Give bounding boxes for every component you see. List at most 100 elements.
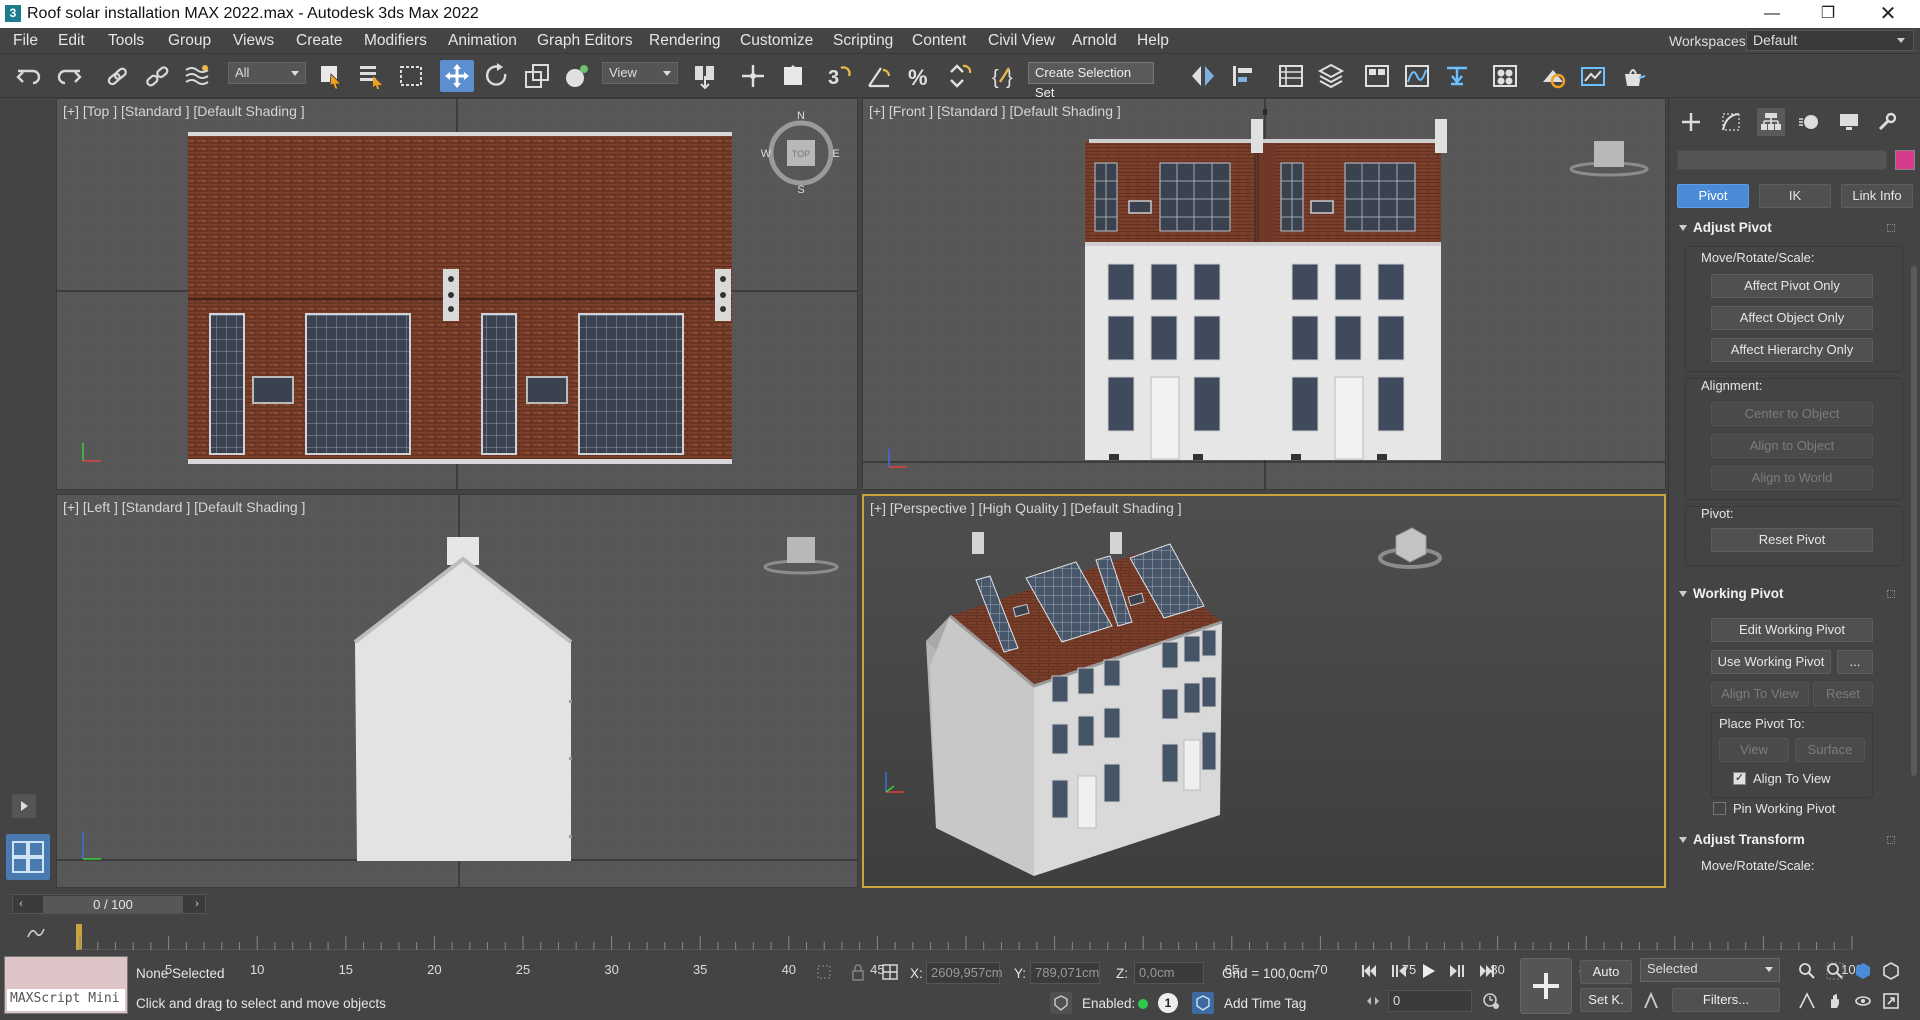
time-tag-icon[interactable] [1192,992,1214,1014]
keyboard-shortcut-override-icon[interactable] [776,60,810,92]
material-editor-icon[interactable] [1488,60,1522,92]
previous-key-icon[interactable] [1388,960,1410,982]
tab-ik[interactable]: IK [1759,184,1831,208]
viewport-perspective-label[interactable]: [+] [Perspective ] [High Quality ] [Defa… [870,500,1182,516]
zoom-all-icon[interactable] [1824,960,1846,982]
utilities-tab-icon[interactable] [1873,108,1901,136]
next-key-icon[interactable] [1446,960,1468,982]
pivot-center-icon[interactable] [688,60,722,92]
minimize-icon[interactable]: — [1744,0,1800,28]
menu-modifiers[interactable]: Modifiers [364,32,427,50]
align-to-object-button[interactable]: Align to Object [1711,434,1873,458]
select-object-icon[interactable] [314,60,348,92]
hierarchy-tab-icon[interactable] [1757,108,1785,136]
bind-space-warp-icon[interactable] [180,60,214,92]
schematic-view-icon[interactable] [1440,60,1474,92]
curve-editor-mini-icon[interactable] [24,922,48,944]
pan-view-icon[interactable] [1824,990,1846,1012]
maxscript-input[interactable]: MAXScript Mini [7,989,125,1011]
undo-icon[interactable] [12,60,46,92]
key-mode-icon[interactable] [1366,990,1380,1012]
viewport-perspective[interactable]: [+] [Perspective ] [High Quality ] [Defa… [862,494,1666,888]
viewport-front-label[interactable]: [+] [Front ] [Standard ] [Default Shadin… [869,103,1121,119]
layer-explorer-icon[interactable] [1314,60,1348,92]
menu-help[interactable]: Help [1137,32,1169,50]
viewport-top-label[interactable]: [+] [Top ] [Standard ] [Default Shading … [63,103,305,119]
y-coordinate-field[interactable]: 789,071cm [1030,962,1100,984]
spinner-snap-icon[interactable] [942,60,976,92]
select-by-name-icon[interactable] [354,60,388,92]
rectangular-selection-icon[interactable] [394,60,428,92]
play-icon[interactable] [1418,960,1440,982]
align-icon[interactable] [1226,60,1260,92]
current-frame-field[interactable]: 0 [1388,990,1472,1012]
reset-working-pivot-button[interactable]: Reset [1813,682,1873,706]
key-filters-icon[interactable] [1640,990,1662,1012]
time-slider[interactable]: ‹ 0 / 100 › [12,894,206,914]
time-slider-label[interactable]: 0 / 100 [43,896,183,913]
object-color-swatch[interactable] [1895,150,1915,170]
create-tab-icon[interactable] [1677,108,1705,136]
reset-pivot-button[interactable]: Reset Pivot [1711,528,1873,552]
orbit-icon[interactable] [1852,990,1874,1012]
render-production-icon[interactable] [1616,60,1650,92]
mirror-icon[interactable] [1186,60,1220,92]
expand-panel-icon[interactable] [12,794,36,818]
zoom-extents-icon[interactable] [1852,960,1874,982]
menu-tools[interactable]: Tools [108,32,144,50]
menu-animation[interactable]: Animation [448,32,517,50]
adjust-transform-rollout[interactable]: Adjust Transform [1673,828,1899,852]
viewport-front[interactable]: [+] [Front ] [Standard ] [Default Shadin… [862,98,1666,490]
command-panel-scrollbar[interactable] [1911,266,1917,776]
zoom-icon[interactable] [1796,960,1818,982]
maximize-viewport-icon[interactable] [1880,990,1902,1012]
set-key-button[interactable]: Set K. [1580,988,1632,1012]
menu-scripting[interactable]: Scripting [833,32,893,50]
menu-edit[interactable]: Edit [58,32,85,50]
affect-hierarchy-only-button[interactable]: Affect Hierarchy Only [1711,338,1873,362]
menu-file[interactable]: File [13,32,38,50]
previous-frame-icon[interactable]: ‹ [13,896,29,913]
menu-arnold[interactable]: Arnold [1072,32,1117,50]
adjust-pivot-rollout[interactable]: Adjust Pivot [1673,216,1899,240]
timeline-ruler[interactable] [60,924,1860,950]
use-working-pivot-button[interactable]: Use Working Pivot [1711,650,1831,674]
viewport-left-label[interactable]: [+] [Left ] [Standard ] [Default Shading… [63,499,305,515]
set-key-mode-icon[interactable] [1520,958,1572,1014]
go-to-end-icon[interactable] [1476,960,1498,982]
working-pivot-options-button[interactable]: ... [1837,650,1873,674]
percent-snap-icon[interactable]: % [902,60,936,92]
lock-icon[interactable] [848,962,868,982]
working-pivot-rollout[interactable]: Working Pivot [1673,582,1899,606]
render-setup-icon[interactable] [1536,60,1570,92]
workspaces-dropdown[interactable]: Default [1746,30,1914,51]
auto-key-button[interactable]: Auto [1580,960,1632,984]
motion-tab-icon[interactable] [1795,108,1823,136]
align-to-view-button[interactable]: Align To View [1711,682,1809,706]
angle-snap-icon[interactable] [862,60,896,92]
toggle-ribbon-icon[interactable] [1360,60,1394,92]
pin-working-pivot-checkbox[interactable] [1713,802,1726,815]
close-icon[interactable]: ✕ [1860,0,1916,28]
enabled-number-badge[interactable]: 1 [1158,993,1178,1013]
align-to-view-checkbox[interactable]: ✓ [1733,772,1746,785]
unlink-icon[interactable] [140,60,174,92]
place-pivot-view-button[interactable]: View [1719,738,1789,762]
snaps-toggle-icon[interactable]: 3 [822,60,856,92]
select-manipulate-icon[interactable] [736,60,770,92]
go-to-start-icon[interactable] [1358,960,1380,982]
menu-customize[interactable]: Customize [740,32,813,50]
modify-tab-icon[interactable] [1717,108,1745,136]
scene-explorer-icon[interactable] [1274,60,1308,92]
link-icon[interactable] [100,60,134,92]
select-and-scale-icon[interactable] [520,60,554,92]
tab-link-info[interactable]: Link Info [1841,184,1913,208]
add-time-tag-label[interactable]: Add Time Tag [1224,996,1306,1011]
object-name-field[interactable] [1677,150,1887,170]
viewport-layouts-icon[interactable] [6,834,50,880]
maxscript-mini-listener[interactable]: MAXScript Mini [4,956,128,1014]
x-coordinate-field[interactable]: 2609,957cm [926,962,1003,984]
selection-set-key-dropdown[interactable]: Selected [1640,958,1780,982]
menu-rendering[interactable]: Rendering [649,32,721,50]
adaptive-degradation-icon[interactable] [1050,992,1072,1014]
